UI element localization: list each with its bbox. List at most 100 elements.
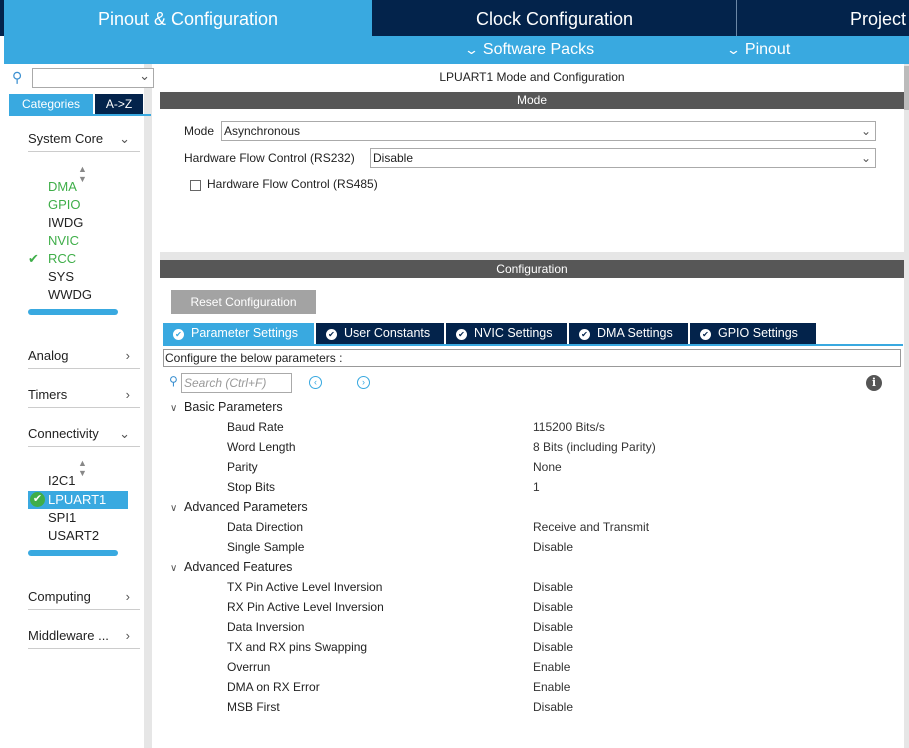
category-item-spi1[interactable]: SPI1 — [48, 509, 76, 527]
category-item-lpuart1-label: LPUART1 — [48, 492, 107, 507]
param-value[interactable]: Receive and Transmit — [533, 517, 649, 537]
categories-panel: ⚲ ⌄ Categories A->Z System Core ⌄ ▲ ▼ DMA… — [4, 64, 154, 748]
check-circle-icon: ✔ — [456, 329, 467, 340]
tab-user-constants-label: User Constants — [344, 326, 431, 340]
group-computing-label: Computing — [28, 589, 91, 604]
param-name: Stop Bits — [227, 480, 276, 494]
param-value[interactable]: Disable — [533, 537, 573, 557]
param-value[interactable]: Disable — [533, 577, 573, 597]
tab-parameter-settings-label: Parameter Settings — [191, 326, 298, 340]
group-connectivity-label: Connectivity — [28, 426, 99, 441]
category-item-sys[interactable]: SYS — [48, 268, 74, 286]
category-search: ⚲ ⌄ — [10, 68, 154, 88]
horizontal-scrollbar[interactable] — [28, 309, 118, 315]
category-search-input[interactable]: ⌄ — [32, 68, 154, 88]
param-value[interactable]: 115200 Bits/s — [533, 417, 605, 437]
tab-parameter-settings[interactable]: ✔ Parameter Settings — [163, 323, 314, 344]
chevron-down-icon: ∨ — [170, 563, 178, 574]
category-item-nvic[interactable]: NVIC — [48, 232, 79, 250]
tab-pinout-configuration[interactable]: Pinout & Configuration — [4, 0, 372, 36]
group-connectivity[interactable]: Connectivity ⌄ — [28, 421, 140, 447]
scroll-up-icon[interactable]: ▲ ▼ — [78, 164, 87, 184]
tab-project-manager[interactable]: Project Manager — [738, 0, 909, 36]
category-item-i2c1[interactable]: I2C1 — [48, 472, 75, 490]
hw-flow-control-rs485-label: Hardware Flow Control (RS485) — [207, 177, 378, 191]
tab-underline — [9, 114, 151, 116]
group-timers-label: Timers — [28, 387, 68, 402]
param-value[interactable]: Enable — [533, 657, 570, 677]
category-item-iwdg[interactable]: IWDG — [48, 214, 83, 232]
panel-splitter[interactable] — [160, 252, 904, 260]
tab-underline — [163, 344, 903, 346]
section-basic-parameters[interactable]: ∨ Basic Parameters — [170, 397, 283, 417]
param-value[interactable]: None — [533, 457, 562, 477]
top-tab-bar: Pinout & Configuration Clock Configurati… — [0, 0, 909, 36]
chevron-down-icon: ⌄ — [463, 42, 480, 57]
param-value[interactable]: Disable — [533, 697, 573, 717]
pinout-menu[interactable]: ⌄ Pinout — [726, 36, 790, 64]
category-item-usart2[interactable]: USART2 — [48, 527, 99, 545]
reset-configuration-button[interactable]: Reset Configuration — [171, 290, 316, 314]
category-item-lpuart1[interactable]: ✔ LPUART1 — [28, 491, 128, 509]
info-icon[interactable]: i — [866, 375, 882, 391]
section-advanced-parameters-label: Advanced Parameters — [184, 500, 308, 514]
mode-select[interactable]: Asynchronous ⌄ — [221, 121, 876, 141]
scroll-up-icon[interactable]: ▲ ▼ — [78, 458, 87, 478]
group-system-core-label: System Core — [28, 131, 104, 146]
tab-dma-settings[interactable]: ✔ DMA Settings — [569, 323, 688, 344]
hw-flow-control-rs232-select[interactable]: Disable ⌄ — [370, 148, 876, 168]
tab-dma-settings-label: DMA Settings — [597, 326, 673, 340]
category-item-rcc[interactable]: ✔ RCC — [28, 250, 77, 268]
param-value[interactable]: 8 Bits (including Parity) — [533, 437, 656, 457]
section-advanced-features[interactable]: ∨ Advanced Features — [170, 557, 292, 577]
param-name: Single Sample — [227, 540, 305, 554]
tab-user-constants[interactable]: ✔ User Constants — [316, 323, 444, 344]
param-value[interactable]: Enable — [533, 677, 570, 697]
param-name: Baud Rate — [227, 420, 284, 434]
category-item-gpio[interactable]: GPIO — [48, 196, 81, 214]
param-name: MSB First — [227, 700, 280, 714]
previous-match-icon[interactable]: ‹ — [309, 376, 322, 389]
param-name: TX and RX pins Swapping — [227, 640, 368, 654]
mode-label: Mode — [184, 124, 215, 138]
param-value[interactable]: Disable — [533, 637, 573, 657]
group-analog[interactable]: Analog › — [28, 343, 140, 369]
chevron-down-icon: ∨ — [170, 403, 178, 414]
category-item-dma[interactable]: DMA — [48, 178, 77, 196]
group-system-core[interactable]: System Core ⌄ — [28, 126, 140, 152]
horizontal-scrollbar[interactable] — [28, 550, 118, 556]
panel-title: LPUART1 Mode and Configuration — [439, 70, 625, 84]
section-advanced-parameters[interactable]: ∨ Advanced Parameters — [170, 497, 308, 517]
check-icon: ✔ — [28, 251, 39, 266]
chevron-down-icon: ⌄ — [860, 151, 871, 165]
chevron-right-icon: › — [125, 628, 130, 643]
category-tabs: Categories A->Z — [9, 94, 151, 114]
param-name: Data Direction — [227, 520, 304, 534]
software-packs-menu[interactable]: ⌄ Software Packs — [463, 36, 595, 64]
category-item-rcc-label: RCC — [48, 251, 77, 266]
next-match-icon[interactable]: › — [357, 376, 370, 389]
tab-categories[interactable]: Categories — [9, 94, 93, 114]
category-item-wwdg[interactable]: WWDG — [48, 286, 92, 304]
param-name: RX Pin Active Level Inversion — [227, 600, 384, 614]
param-value[interactable]: Disable — [533, 617, 573, 637]
vertical-scrollbar-thumb[interactable] — [904, 66, 909, 110]
parameter-search-input[interactable]: Search (Ctrl+F) — [181, 373, 292, 393]
tab-a-to-z[interactable]: A->Z — [95, 94, 143, 114]
param-value[interactable]: 1 — [533, 477, 540, 497]
hw-flow-control-rs485-checkbox[interactable] — [190, 180, 201, 191]
tab-nvic-settings[interactable]: ✔ NVIC Settings — [446, 323, 567, 344]
vertical-scrollbar-track[interactable] — [904, 64, 909, 748]
chevron-down-icon[interactable]: ⌄ — [139, 68, 150, 84]
group-middleware[interactable]: Middleware ... › — [28, 623, 140, 649]
search-icon: ⚲ — [169, 374, 178, 388]
hw-flow-control-rs232-label: Hardware Flow Control (RS232) — [184, 151, 355, 165]
group-computing[interactable]: Computing › — [28, 584, 140, 610]
tab-clock-configuration[interactable]: Clock Configuration — [373, 0, 737, 36]
check-circle-icon: ✔ — [579, 329, 590, 340]
param-value[interactable]: Disable — [533, 597, 573, 617]
tab-gpio-settings-label: GPIO Settings — [718, 326, 798, 340]
tab-gpio-settings[interactable]: ✔ GPIO Settings — [690, 323, 816, 344]
software-packs-label: Software Packs — [482, 41, 595, 58]
group-timers[interactable]: Timers › — [28, 382, 140, 408]
